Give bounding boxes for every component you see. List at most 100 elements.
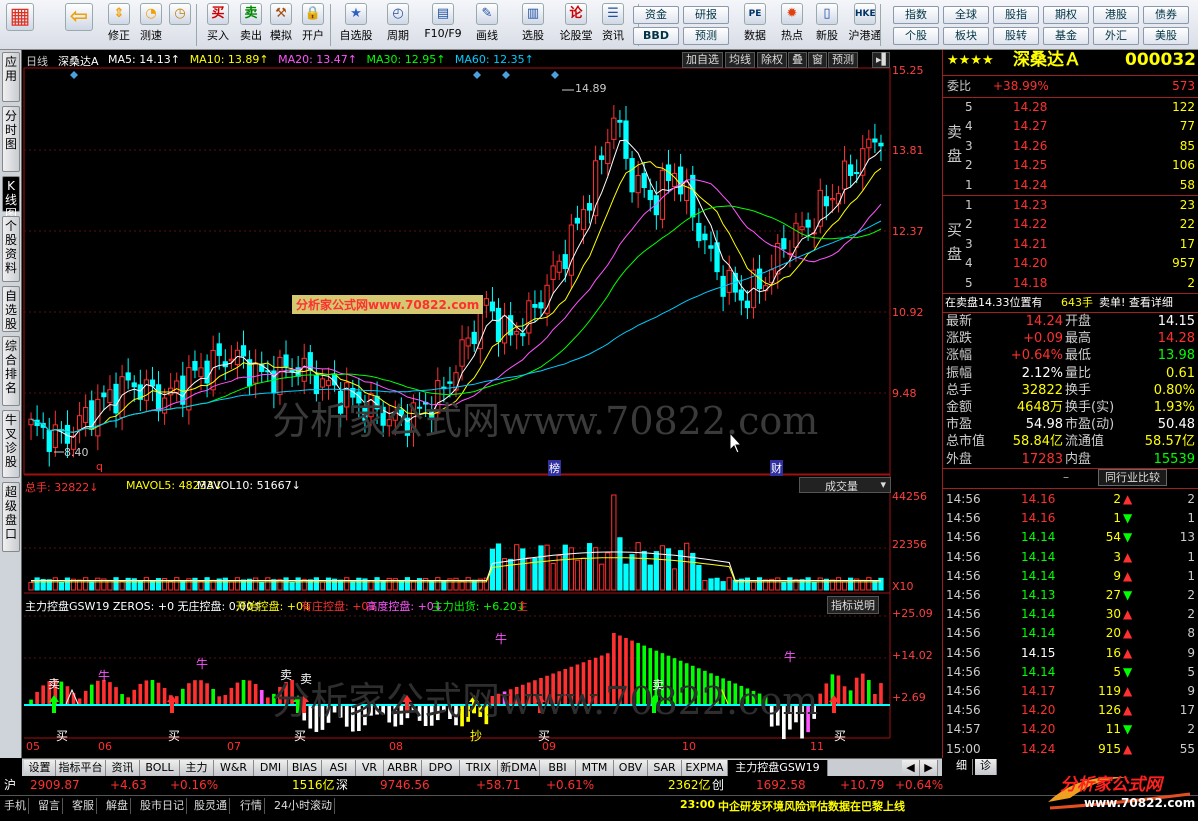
kline-chart-area[interactable]: 日线 深桑达A MA5: 14.13↑ MA10: 13.89↑ MA20: 13.…	[22, 50, 942, 758]
chart-tool-0[interactable]: 加自选	[682, 52, 723, 68]
status-item-7[interactable]: 24小时滚动	[272, 798, 335, 814]
indicator-tab-11[interactable]: DPO	[422, 760, 460, 776]
market-pill-1[interactable]: 全球	[943, 6, 989, 24]
market-pill-0[interactable]: 指数	[893, 6, 939, 24]
toolbar-f10-button[interactable]: ▤ F10/F9	[422, 3, 464, 47]
indicator-tab-8[interactable]: ASI	[322, 760, 356, 776]
indicator-tab-3[interactable]: BOLL	[140, 760, 180, 776]
toolbar-up-down-button[interactable]: ⇕ 修正	[104, 3, 134, 47]
toolbar-buy-button[interactable]: 买买入	[204, 3, 232, 47]
toolbar-hammer-button[interactable]: ⚒ 模拟	[266, 3, 296, 47]
cy-value[interactable]: 1692.58	[756, 776, 806, 795]
toolbar-info-button[interactable]: ☰ 资讯	[598, 3, 628, 47]
bid-row[interactable]: 4 14.20 957	[943, 254, 1198, 273]
indicator-tab-19[interactable]: 主力控盘GSW19	[728, 760, 828, 776]
status-item-2[interactable]: 客服	[70, 798, 97, 814]
ask-row[interactable]: 5 14.28 122	[943, 98, 1198, 117]
left-tab-4[interactable]: 自选股	[2, 286, 20, 332]
sz-value[interactable]: 9746.56	[380, 776, 430, 795]
toolbar-hk-button[interactable]: HKE 沪港通	[846, 3, 884, 47]
toolbar-lock-button[interactable]: 🔒 开户	[298, 3, 328, 47]
toolbar-clock-button[interactable]: ◷	[166, 3, 194, 47]
ask-row[interactable]: 4 14.27 77	[943, 117, 1198, 136]
left-tab-3[interactable]: 个股资料	[2, 216, 20, 282]
toolbar-speed-button[interactable]: ◔ 测速	[136, 3, 166, 47]
indicator-tab-15[interactable]: MTM	[576, 760, 614, 776]
event-mark-finance[interactable]: 财	[770, 460, 783, 476]
ask-row[interactable]: 3 14.26 85	[943, 137, 1198, 156]
left-tab-0[interactable]: 应用	[2, 52, 20, 102]
indicator-help-button[interactable]: 指标说明	[827, 596, 879, 614]
notice-link[interactable]: 卖单! 查看详细	[1099, 293, 1173, 312]
indicator-tab-6[interactable]: DMI	[254, 760, 288, 776]
toolbar-pill-2[interactable]: BBD	[633, 27, 679, 45]
big-order-notice[interactable]: 在卖盘14.33位置有 643手 卖单! 查看详细	[943, 293, 1198, 312]
indicator-tab-5[interactable]: W&R	[214, 760, 254, 776]
indicator-tab-4[interactable]: 主力	[180, 760, 214, 776]
market-pill-3[interactable]: 期权	[1043, 6, 1089, 24]
indicator-tab-18[interactable]: EXPMA	[682, 760, 728, 776]
collapse-icon[interactable]: –	[1063, 468, 1069, 487]
toolbar-star-button[interactable]: ★ 自选股	[336, 3, 376, 47]
status-item-0[interactable]: 手机	[2, 798, 29, 814]
indicator-tab-17[interactable]: SAR	[648, 760, 682, 776]
indicator-tab-10[interactable]: ARBR	[384, 760, 422, 776]
market-pill-9[interactable]: 基金	[1043, 27, 1089, 45]
indicator-tab-7[interactable]: BIAS	[288, 760, 322, 776]
toolbar-data-button[interactable]: PE 数据	[740, 3, 770, 47]
chart-tool-4[interactable]: 窗	[808, 52, 827, 68]
chart-tool-2[interactable]: 除权	[757, 52, 787, 68]
right-tab-0[interactable]: 细	[951, 759, 973, 775]
bid-row[interactable]: 1 14.23 23	[943, 196, 1198, 215]
tab-scroll-right-icon[interactable]: ▶	[920, 760, 938, 776]
left-tab-5[interactable]: 综合排名	[2, 336, 20, 406]
indicator-tab-1[interactable]: 指标平台	[56, 760, 106, 776]
status-item-1[interactable]: 留言	[36, 798, 63, 814]
indicator-tab-9[interactable]: VR	[356, 760, 384, 776]
event-mark[interactable]: q	[96, 460, 103, 473]
toolbar-pill-0[interactable]: 资金	[633, 6, 679, 24]
market-pill-11[interactable]: 美股	[1143, 27, 1189, 45]
indicator-tab-14[interactable]: BBI	[540, 760, 576, 776]
market-pill-2[interactable]: 股指	[993, 6, 1039, 24]
ask-row[interactable]: 2 14.25 106	[943, 156, 1198, 175]
left-tab-1[interactable]: 分时图	[2, 106, 20, 172]
toolbar-hot-button[interactable]: ✹ 热点	[776, 3, 808, 47]
toolbar-newstock-button[interactable]: ▯ 新股	[812, 3, 842, 47]
volume-dropdown[interactable]: 成交量 ▾	[799, 477, 891, 493]
left-tab-2[interactable]: K线图	[2, 176, 20, 221]
chart-tool-1[interactable]: 均线	[725, 52, 755, 68]
bid-row[interactable]: 5 14.18 2	[943, 274, 1198, 293]
indicator-tab-12[interactable]: TRIX	[460, 760, 498, 776]
toolbar-pill-1[interactable]: 研报	[683, 6, 729, 24]
indicator-tab-2[interactable]: 资讯	[106, 760, 140, 776]
toolbar-period-button[interactable]: ◴ 周期	[380, 3, 416, 47]
toolbar-select-button[interactable]: ▥ 选股	[514, 3, 552, 47]
right-tab-1[interactable]: 诊	[975, 759, 997, 775]
toolbar-sell-button[interactable]: 卖卖出	[236, 3, 266, 47]
market-pill-6[interactable]: 个股	[893, 27, 939, 45]
toolbar-grid-button[interactable]: ▦	[4, 3, 36, 47]
left-tab-6[interactable]: 牛叉诊股	[2, 410, 20, 478]
indicator-tab-0[interactable]: 设置	[24, 760, 56, 776]
sh-value[interactable]: 2909.87	[30, 776, 80, 795]
chart-tool-3[interactable]: 叠	[788, 52, 807, 68]
news-ticker[interactable]: 中企研发环境风险评估数据在巴黎上线	[718, 798, 905, 814]
event-mark-rank[interactable]: 榜	[548, 460, 561, 476]
toolbar-pen-button[interactable]: ✎ 画线	[468, 3, 506, 47]
toolbar-back-arrow-button[interactable]: ⇦	[62, 3, 96, 47]
market-pill-4[interactable]: 港股	[1093, 6, 1139, 24]
indicator-tab-16[interactable]: OBV	[614, 760, 648, 776]
ask-row[interactable]: 1 14.24 58	[943, 176, 1198, 195]
chart-tool-5[interactable]: 预测	[828, 52, 858, 68]
bid-row[interactable]: 3 14.21 17	[943, 235, 1198, 254]
market-pill-10[interactable]: 外汇	[1093, 27, 1139, 45]
status-item-5[interactable]: 股灵通	[192, 798, 230, 814]
status-item-6[interactable]: 行情	[238, 798, 265, 814]
market-pill-5[interactable]: 债券	[1143, 6, 1189, 24]
left-tab-7[interactable]: 超级盘口	[2, 482, 20, 552]
industry-compare-button[interactable]: 同行业比较	[1098, 469, 1167, 486]
toolbar-pill-3[interactable]: 预测	[683, 27, 729, 45]
indicator-tab-13[interactable]: 新DMA	[498, 760, 540, 776]
toolbar-forum-button[interactable]: 论论股堂	[558, 3, 594, 47]
